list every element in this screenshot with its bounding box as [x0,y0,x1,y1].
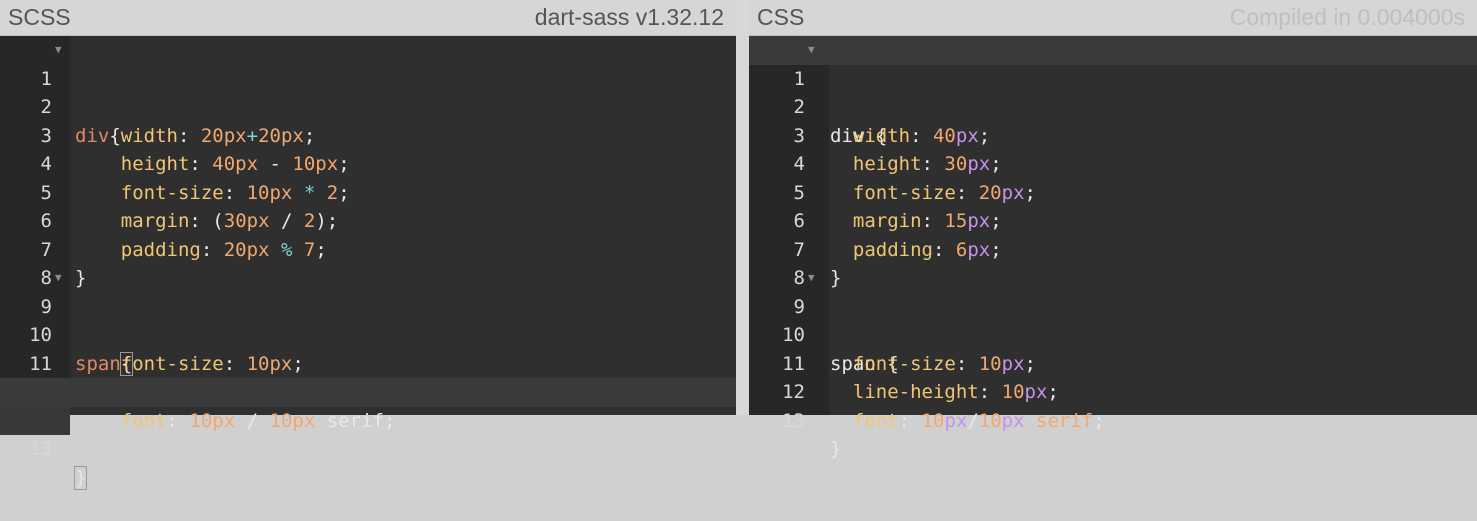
scss-header: SCSS dart-sass v1.32.12 [0,0,736,36]
compile-time: Compiled in 0.004000s [1229,4,1465,30]
css-editor[interactable]: 1 ▼ div { 2 width: 40px; 3 height: 30px;… [749,36,1477,461]
active-line: 1 ▼ div { [749,36,1477,147]
code-line: 13 } [749,378,1477,461]
code-line: 11 line-height: 10px; [0,321,736,404]
code-line: 6 padding: 6px; [749,179,1477,261]
code-line: 7 } [0,207,736,290]
css-title: CSS [757,4,805,30]
fold-arrow-icon[interactable]: ▼ [55,264,62,293]
slash: / [967,409,979,432]
scss-editor[interactable]: 1 ▼ div{ 2 width: 20px+20px; 3 height: 4… [0,36,736,490]
brace: } [830,438,842,460]
code-line: 9 ▼ span{ [0,264,736,376]
unit: px [1001,409,1025,432]
scss-title: SCSS [8,4,71,30]
active-line: 13 } [0,378,736,490]
code-line: 11 line-height: 10px; [749,321,1477,404]
code-line: 4 font-size: 10px * 2; [0,122,736,204]
code-line: 12 font: 10px / 10px serif; [0,350,736,432]
code-line: 12 font: 10px/10px serif; [749,350,1477,432]
code-line: 5 margin: (30px / 2); [0,150,736,233]
brace: } [73,465,88,490]
css-pane: CSS Compiled in 0.004000s 1 ▼ div { 2 wi… [749,0,1477,461]
code-line: 8 [749,236,1477,289]
code-line: 6 padding: 20px % 7; [0,179,736,261]
fold-arrow-icon[interactable]: ▼ [808,264,815,293]
code-line: 10 font-size: 10px; [0,293,736,375]
unit: px [944,409,968,432]
fold-arrow-icon[interactable]: ▼ [808,36,815,65]
value: 10px [189,409,236,432]
code-line: 2 width: 20px+20px; [0,65,736,147]
keyword: serif [1036,409,1094,432]
value: 10 [921,409,945,432]
code-line: 1 ▼ div{ [0,36,736,147]
code-line: 2 width: 40px; [749,65,1477,147]
operator: / [246,409,259,432]
active-line-gutter [0,406,70,435]
line-number: 13 [29,438,52,460]
code-line: 7 } [749,207,1477,290]
pane-splitter[interactable] [736,0,749,415]
code-line: 3 height: 40px - 10px; [0,93,736,176]
scss-pane: SCSS dart-sass v1.32.12 1 ▼ div{ 2 width… [0,0,736,490]
code-line: 3 height: 30px; [749,93,1477,176]
line-number: 13 [782,409,805,432]
value: 10px [269,409,316,432]
property: font [852,409,899,432]
property: font [120,409,167,432]
code-line: 10 font-size: 10px; [749,293,1477,375]
code-line: 4 font-size: 20px; [749,122,1477,204]
fold-arrow-icon[interactable]: ▼ [55,36,62,65]
code-line: 5 margin: 15px; [749,150,1477,233]
css-header: CSS Compiled in 0.004000s [749,0,1477,36]
code-line: 9 ▼ span { [749,264,1477,375]
code-line: 8 [0,236,736,289]
value: 10 [978,409,1002,432]
keyword: serif [326,409,384,432]
compiler-version: dart-sass v1.32.12 [534,4,724,30]
